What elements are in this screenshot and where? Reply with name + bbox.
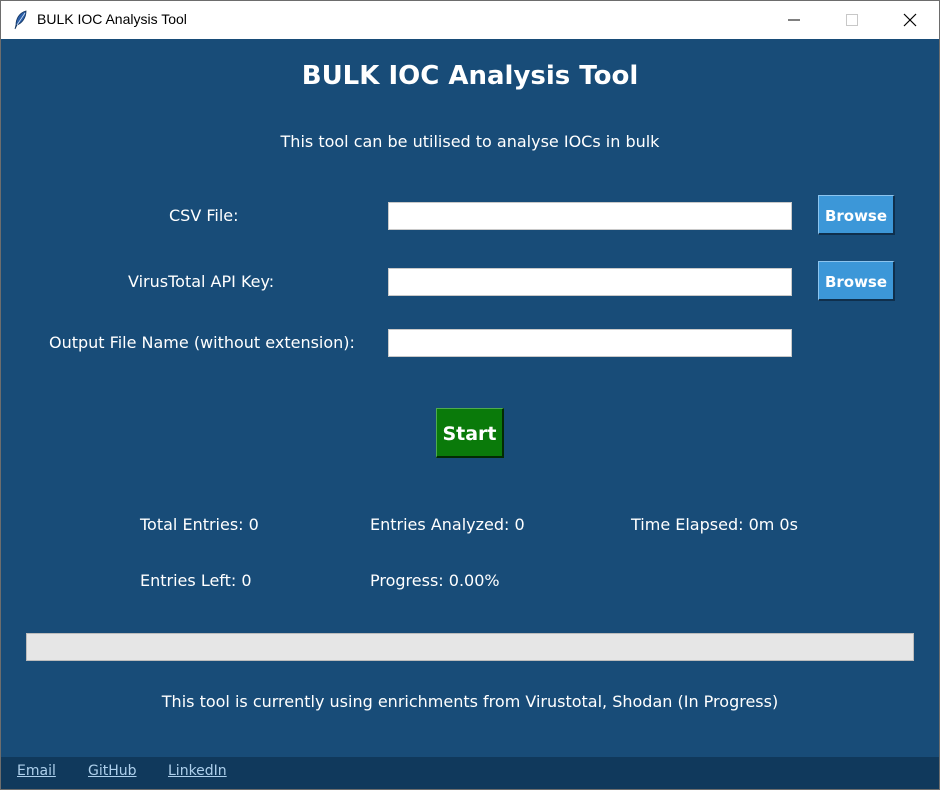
page-title: BULK IOC Analysis Tool bbox=[301, 61, 639, 91]
progress-bar bbox=[26, 633, 914, 661]
github-link[interactable]: GitHub bbox=[88, 763, 137, 779]
linkedin-link[interactable]: LinkedIn bbox=[168, 763, 227, 779]
app-window: BULK IOC Analysis Tool BULK IOC Analysis… bbox=[0, 0, 940, 790]
time-elapsed-stat: Time Elapsed: 0m 0s bbox=[631, 515, 798, 534]
start-button[interactable]: Start bbox=[436, 408, 504, 458]
entries-analyzed-stat: Entries Analyzed: 0 bbox=[370, 515, 525, 534]
page-subtitle: This tool can be utilised to analyse IOC… bbox=[280, 132, 660, 151]
close-button[interactable] bbox=[881, 1, 939, 39]
output-file-input[interactable] bbox=[388, 329, 792, 357]
feather-icon bbox=[13, 10, 29, 30]
progress-stat: Progress: 0.00% bbox=[370, 571, 500, 590]
window-title: BULK IOC Analysis Tool bbox=[37, 11, 187, 27]
email-link[interactable]: Email bbox=[17, 763, 56, 779]
entries-left-stat: Entries Left: 0 bbox=[140, 571, 252, 590]
maximize-icon bbox=[846, 14, 858, 26]
total-entries-stat: Total Entries: 0 bbox=[140, 515, 259, 534]
close-icon bbox=[903, 13, 917, 27]
csv-browse-button[interactable]: Browse bbox=[818, 195, 895, 235]
bottom-link-bar bbox=[1, 757, 939, 789]
api-key-input[interactable] bbox=[388, 268, 792, 296]
output-file-label: Output File Name (without extension): bbox=[49, 333, 355, 352]
minimize-button[interactable] bbox=[765, 1, 823, 39]
minimize-icon bbox=[788, 19, 800, 21]
title-bar[interactable]: BULK IOC Analysis Tool bbox=[1, 1, 939, 39]
csv-file-input[interactable] bbox=[388, 202, 792, 230]
api-key-browse-button[interactable]: Browse bbox=[818, 261, 895, 301]
csv-file-label: CSV File: bbox=[169, 206, 239, 225]
enrichment-note: This tool is currently using enrichments… bbox=[161, 692, 779, 711]
api-key-label: VirusTotal API Key: bbox=[128, 272, 275, 291]
maximize-button[interactable] bbox=[823, 1, 881, 39]
